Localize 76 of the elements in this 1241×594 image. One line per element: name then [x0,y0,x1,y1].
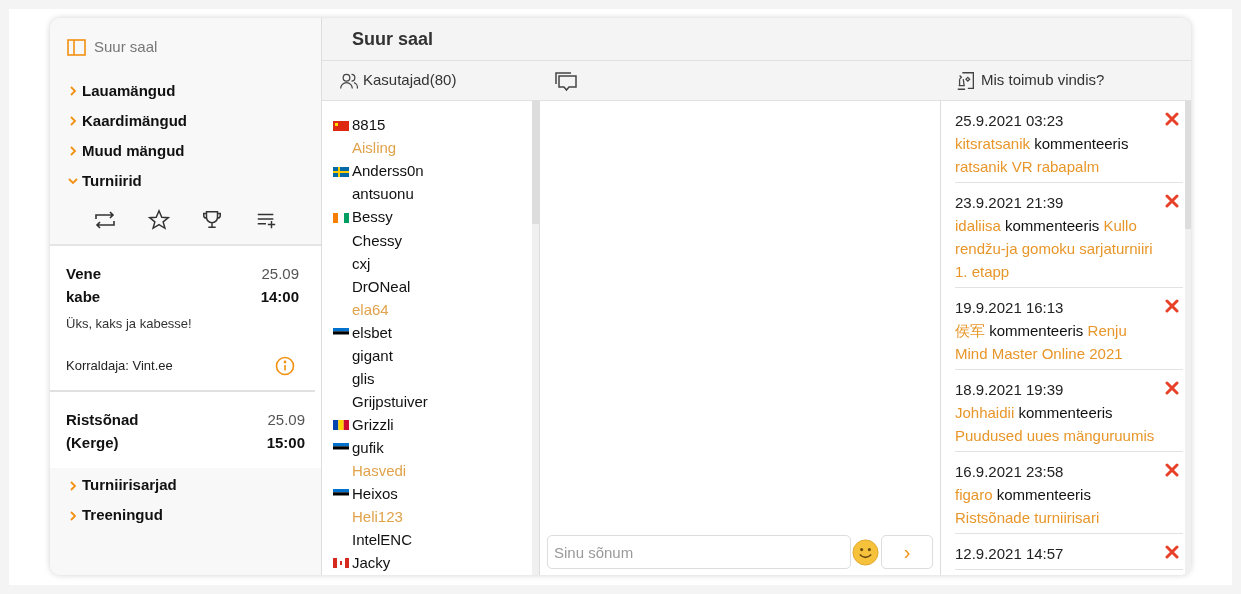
flag-icon [333,420,349,431]
chat-icon[interactable] [554,69,578,92]
feed-text: Johhaidii kommenteeris Puudused uues mänguruumis [955,403,1156,446]
close-icon[interactable] [1165,112,1179,126]
scrollbar-thumb[interactable] [1185,101,1191,229]
tournament-name: Vene kabe [66,264,102,307]
nav-item[interactable]: Treeningud [50,500,181,531]
tournament-date: 25.09 [261,264,299,284]
close-icon[interactable] [1165,194,1179,208]
users-header: Kasutajad(80) [363,70,457,91]
flag-icon [333,212,349,223]
scrollbar-thumb[interactable] [532,101,539,224]
tower-icon [955,69,977,92]
tournament-time: 15:00 [266,432,305,453]
user-list-item[interactable]: Grizzli [333,413,532,437]
user-list-item[interactable]: gufik [333,436,532,460]
tournament-description: Üks, kaks ja kabesse! [66,315,193,333]
tournament-time: 14:00 [260,287,299,307]
close-icon[interactable] [1165,545,1179,559]
user-list-item[interactable]: Jacky [333,551,532,575]
user-list-item[interactable]: antsuonu [333,183,532,207]
nav-item[interactable]: Turniirisarjad [50,470,195,501]
feed-item[interactable]: 23.9.2021 21:39 idaliisa kommenteeris Kullo rendžu-ja gomoku sarjaturniiri 1. etapp [955,183,1183,288]
feed-item[interactable]: 16.9.2021 23:58 figaro kommenteeris Ristsõnade turniirisari [955,452,1183,534]
user-list-item[interactable]: IntelENC [333,528,532,552]
user-list-item[interactable]: gigant [333,344,532,368]
feed-header: Mis toimub vindis? [981,70,1105,91]
user-list-item[interactable]: elsbet [333,321,532,345]
feed-time: 16.9.2021 23:58 [955,462,1064,482]
feed-time: 12.9.2021 14:57 [955,544,1064,564]
user-list-item[interactable]: Bessy [333,206,532,230]
info-icon[interactable] [275,355,295,376]
trophy-icon[interactable] [201,209,224,231]
user-list-item[interactable]: Chessy [333,229,532,253]
emoji-icon[interactable] [852,538,879,566]
tournament-card[interactable]: Vene kabe 25.09 14:00 Üks, kaks ja kabesse! Korraldaja: Vint.ee [50,246,315,392]
flag-icon [333,558,349,569]
feed-item[interactable]: 12.9.2021 14:57 [955,534,1183,570]
feed-text: 侯军 kommenteeris Renju Mind Master Online 2021 [955,321,1128,364]
close-icon[interactable] [1165,299,1179,313]
feed-text: idaliisa kommenteeris Kullo rendžu-ja gomoku sarjaturniiri 1. etapp [955,216,1154,282]
close-icon[interactable] [1165,463,1179,477]
tournament-date: 25.09 [267,409,305,430]
user-list-item[interactable]: Grijpstuiver [333,390,532,414]
organizer-label: Korraldaja: Vint.ee [66,356,173,375]
feed-time: 25.9.2021 03:23 [955,111,1064,131]
user-list-item[interactable]: glis [333,367,532,391]
user-list-item[interactable]: cxj [333,252,532,276]
feed-text: kitsratsanik kommenteeris ratsanik VR rabapalm [955,134,1130,177]
tournament-name: Ristsõnad (Kerge) [66,409,139,453]
feed-text: figaro kommenteeris Ristsõnade turniirisari [955,485,1101,528]
user-list-item[interactable]: 8815 [333,114,532,138]
feed-item[interactable]: 18.9.2021 19:39 Johhaidii kommenteeris Puudused uues mänguruumis [955,370,1183,452]
sidebar-panel-icon[interactable] [67,38,86,56]
feed-time: 18.9.2021 19:39 [955,380,1064,400]
user-list-item[interactable]: Anderss0n [333,160,532,184]
tournament-card[interactable]: Ristsõnad (Kerge) 25.09 15:00 [50,391,321,468]
feed-item[interactable]: 19.9.2021 16:13 侯军 kommenteeris Renju Mind Master Online 2021 [955,288,1183,370]
sidebar-title: Suur saal [94,36,158,57]
nav-item[interactable]: Turniirid [50,166,321,196]
star-icon[interactable] [147,209,170,231]
user-list-item[interactable]: DrONeal [333,275,532,299]
nav-item[interactable]: Lauamängud [50,76,321,106]
nav-item[interactable]: Muud mängud [50,136,321,166]
message-input[interactable]: Sinu sõnum [547,535,851,569]
feed-time: 23.9.2021 21:39 [955,193,1064,213]
feed-time: 19.9.2021 16:13 [955,298,1064,318]
room-title: Suur saal [352,27,434,51]
flag-icon [333,166,349,177]
flag-icon [333,327,349,338]
feed-item[interactable]: 25.9.2021 03:23 kitsratsanik kommenteeris ratsanik VR rabapalm [955,101,1183,183]
close-icon[interactable] [1165,381,1179,395]
nav-item[interactable]: Kaardimängud [50,106,321,136]
flag-icon [333,120,349,131]
repeat-icon[interactable] [93,210,116,230]
user-list-item[interactable]: Heixos [333,482,532,506]
